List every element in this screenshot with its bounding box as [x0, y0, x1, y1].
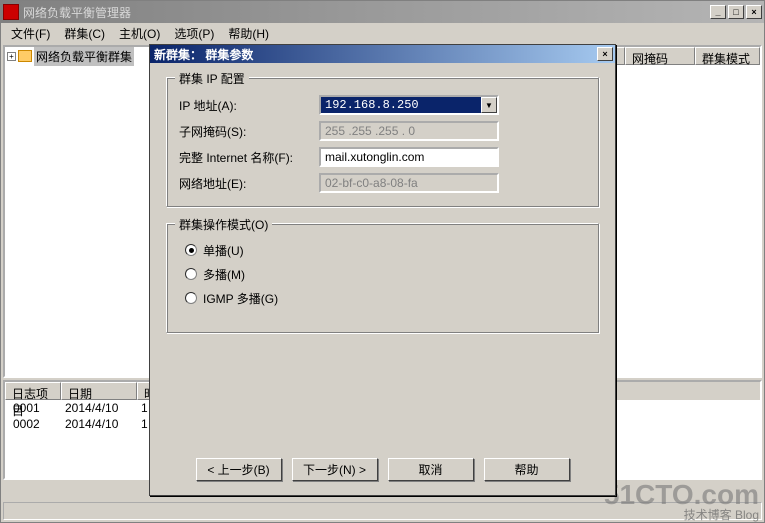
radio-multicast[interactable]	[185, 268, 197, 280]
radio-igmp-row[interactable]: IGMP 多播(G)	[179, 286, 586, 310]
subnet-value: 255 .255 .255 . 0	[325, 124, 415, 138]
expand-icon[interactable]: +	[7, 52, 16, 61]
tree-root-row[interactable]: + 网络负载平衡群集	[5, 47, 149, 65]
log-id: 0001	[9, 400, 61, 416]
dialog-close-button[interactable]: ×	[597, 47, 613, 61]
window-buttons: _ □ ×	[710, 5, 762, 19]
fqdn-input[interactable]	[319, 147, 499, 167]
menu-help[interactable]: 帮助(H)	[222, 23, 275, 44]
ip-label: IP 地址(A):	[179, 97, 319, 114]
menu-options[interactable]: 选项(P)	[168, 23, 220, 44]
log-col-item[interactable]: 日志项目	[5, 382, 61, 400]
app-icon	[3, 4, 19, 20]
group-mode: 群集操作模式(O) 单播(U) 多播(M) IGMP 多播(G)	[166, 223, 599, 333]
col-netmask[interactable]: 网掩码	[625, 47, 695, 65]
ip-address-combo[interactable]: 192.168.8.250 ▼	[319, 95, 499, 115]
group-ip-config: 群集 IP 配置 IP 地址(A): 192.168.8.250 ▼ 子网掩码(…	[166, 77, 599, 207]
minimize-button[interactable]: _	[710, 5, 726, 19]
next-button[interactable]: 下一步(N) >	[292, 458, 378, 481]
log-date: 2014/4/10	[61, 416, 137, 432]
group-ip-legend: 群集 IP 配置	[175, 70, 249, 87]
menu-cluster[interactable]: 群集(C)	[58, 23, 111, 44]
dialog-title: 新群集： 群集参数	[152, 46, 597, 63]
main-titlebar: 网络负载平衡管理器 _ □ ×	[1, 1, 764, 23]
cluster-icon	[18, 50, 32, 62]
radio-igmp[interactable]	[185, 292, 197, 304]
menu-host[interactable]: 主机(O)	[113, 23, 166, 44]
dialog-titlebar: 新群集： 群集参数 ×	[150, 45, 615, 63]
dialog-button-row: < 上一步(B) 下一步(N) > 取消 帮助	[150, 458, 615, 481]
back-button[interactable]: < 上一步(B)	[196, 458, 282, 481]
subnet-label: 子网掩码(S):	[179, 123, 319, 140]
chevron-down-icon[interactable]: ▼	[481, 97, 497, 113]
radio-igmp-label: IGMP 多播(G)	[203, 290, 278, 307]
radio-unicast-label: 单播(U)	[203, 242, 244, 259]
main-title: 网络负载平衡管理器	[23, 4, 710, 21]
dialog-body: 群集 IP 配置 IP 地址(A): 192.168.8.250 ▼ 子网掩码(…	[150, 63, 615, 495]
radio-unicast-row[interactable]: 单播(U)	[179, 238, 586, 262]
mac-value: 02-bf-c0-a8-08-fa	[325, 176, 418, 190]
subnet-input: 255 .255 .255 . 0	[319, 121, 499, 141]
statusbar	[3, 502, 762, 520]
mac-input: 02-bf-c0-a8-08-fa	[319, 173, 499, 193]
group-mode-legend: 群集操作模式(O)	[175, 216, 272, 233]
radio-unicast[interactable]	[185, 244, 197, 256]
tree-root-label: 网络负载平衡群集	[34, 47, 134, 66]
fqdn-label: 完整 Internet 名称(F):	[179, 149, 319, 166]
mac-label: 网络地址(E):	[179, 175, 319, 192]
log-col-date[interactable]: 日期	[61, 382, 137, 400]
ip-address-value: 192.168.8.250	[321, 98, 481, 112]
close-button[interactable]: ×	[746, 5, 762, 19]
new-cluster-dialog: 新群集： 群集参数 × 群集 IP 配置 IP 地址(A): 192.168.8…	[149, 44, 616, 496]
tree-pane[interactable]: + 网络负载平衡群集	[3, 45, 151, 378]
radio-multicast-row[interactable]: 多播(M)	[179, 262, 586, 286]
menubar: 文件(F) 群集(C) 主机(O) 选项(P) 帮助(H)	[1, 23, 764, 43]
menu-file[interactable]: 文件(F)	[5, 23, 56, 44]
log-date: 2014/4/10	[61, 400, 137, 416]
radio-multicast-label: 多播(M)	[203, 266, 245, 283]
cancel-button[interactable]: 取消	[388, 458, 474, 481]
col-mode[interactable]: 群集模式	[695, 47, 760, 65]
help-button[interactable]: 帮助	[484, 458, 570, 481]
log-id: 0002	[9, 416, 61, 432]
maximize-button[interactable]: □	[728, 5, 744, 19]
